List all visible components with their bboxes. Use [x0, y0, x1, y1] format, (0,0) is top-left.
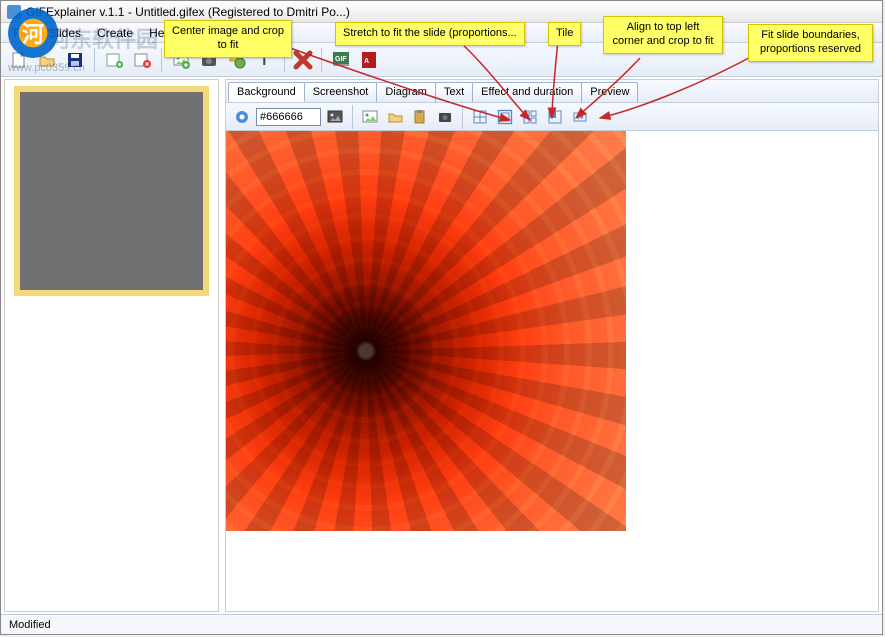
- topleft-crop-button[interactable]: [544, 106, 566, 128]
- stretch-fit-button[interactable]: [494, 106, 516, 128]
- editor-panel: Background Screenshot Diagram Text Effec…: [225, 79, 879, 612]
- tab-diagram[interactable]: Diagram: [376, 82, 436, 102]
- new-button[interactable]: [7, 48, 31, 72]
- window-title: GIFExplainer v.1.1 - Untitled.gifex (Reg…: [26, 5, 350, 19]
- cancel-button[interactable]: [292, 49, 314, 71]
- callout-tile: Tile: [548, 22, 581, 46]
- paste-button[interactable]: [409, 106, 431, 128]
- svg-text:GIF: GIF: [335, 56, 347, 63]
- delete-slide-button[interactable]: [130, 48, 154, 72]
- center-crop-button[interactable]: [469, 106, 491, 128]
- slides-panel: [4, 79, 219, 612]
- color-picker-button[interactable]: [231, 106, 253, 128]
- menu-slides[interactable]: Slides: [40, 24, 89, 42]
- tab-background[interactable]: Background: [228, 82, 305, 102]
- tab-effect[interactable]: Effect and duration: [472, 82, 582, 102]
- export-pdf-button[interactable]: A: [357, 48, 381, 72]
- tab-preview[interactable]: Preview: [581, 82, 638, 102]
- titlebar: GIFExplainer v.1.1 - Untitled.gifex (Reg…: [1, 1, 882, 23]
- callout-topleft: Align to top left corner and crop to fit: [603, 16, 723, 54]
- capture-button[interactable]: [434, 106, 456, 128]
- new-slide-button[interactable]: [102, 48, 126, 72]
- tab-text[interactable]: Text: [435, 82, 473, 102]
- background-image-preview: [226, 131, 626, 531]
- app-window: GIFExplainer v.1.1 - Untitled.gifex (Reg…: [0, 0, 883, 635]
- callout-stretch: Stretch to fit the slide (proportions...: [335, 22, 525, 46]
- color-input[interactable]: [256, 108, 321, 126]
- canvas-area[interactable]: [226, 131, 878, 611]
- open-folder-button[interactable]: [384, 106, 406, 128]
- open-button[interactable]: [35, 48, 59, 72]
- callout-center: Center image and crop to fit: [164, 20, 292, 58]
- menu-create[interactable]: Create: [89, 24, 141, 42]
- editor-tabs: Background Screenshot Diagram Text Effec…: [226, 80, 878, 103]
- export-gif-button[interactable]: GIF: [329, 48, 353, 72]
- slide-thumbnail-preview: [20, 92, 203, 290]
- tab-screenshot[interactable]: Screenshot: [304, 82, 378, 102]
- app-icon: [7, 5, 21, 19]
- status-bar: Modified: [1, 614, 882, 634]
- svg-text:A: A: [364, 58, 369, 65]
- image-indicator-icon[interactable]: [324, 106, 346, 128]
- load-image-button[interactable]: [359, 106, 381, 128]
- save-button[interactable]: [63, 48, 87, 72]
- slide-thumbnail-selected[interactable]: [14, 86, 209, 296]
- status-text: Modified: [9, 619, 51, 631]
- main-area: Background Screenshot Diagram Text Effec…: [4, 79, 879, 612]
- fit-boundaries-button[interactable]: [569, 106, 591, 128]
- tile-button[interactable]: [519, 106, 541, 128]
- callout-fit: Fit slide boundaries, proportions reserv…: [748, 24, 873, 62]
- background-toolbar: [226, 103, 878, 131]
- menu-file[interactable]: File: [5, 24, 40, 42]
